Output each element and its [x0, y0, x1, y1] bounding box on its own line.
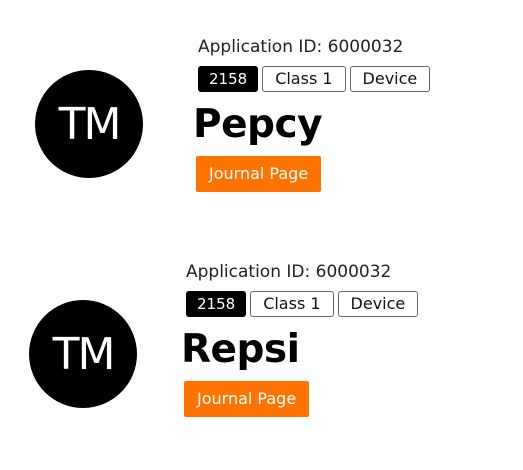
- type-chip: Device: [349, 66, 431, 92]
- avatar-initials: TM: [52, 328, 116, 380]
- class-chip: Class 1: [262, 66, 346, 92]
- record-name: Repsi: [181, 327, 300, 372]
- journal-page-button[interactable]: Journal Page: [196, 156, 322, 192]
- chip-row: 2158 Class 1 Device: [186, 291, 419, 317]
- chip-row: 2158 Class 1 Device: [198, 66, 431, 92]
- application-id: Application ID: 6000032: [186, 262, 392, 282]
- record-info: Application ID: 6000032 2158 Class 1 Dev…: [193, 36, 431, 192]
- id-chip: 2158: [198, 66, 259, 92]
- record-card: TM Application ID: 6000032 2158 Class 1 …: [0, 224, 520, 424]
- record-info: Application ID: 6000032 2158 Class 1 Dev…: [181, 261, 419, 417]
- avatar: TM: [35, 70, 143, 178]
- journal-page-button[interactable]: Journal Page: [184, 381, 310, 417]
- record-card: TM Application ID: 6000032 2158 Class 1 …: [0, 0, 520, 200]
- application-id: Application ID: 6000032: [198, 37, 404, 57]
- avatar: TM: [29, 300, 137, 408]
- record-name: Pepcy: [193, 102, 323, 147]
- class-chip: Class 1: [250, 291, 334, 317]
- id-chip: 2158: [186, 291, 247, 317]
- type-chip: Device: [337, 291, 419, 317]
- avatar-initials: TM: [58, 98, 122, 150]
